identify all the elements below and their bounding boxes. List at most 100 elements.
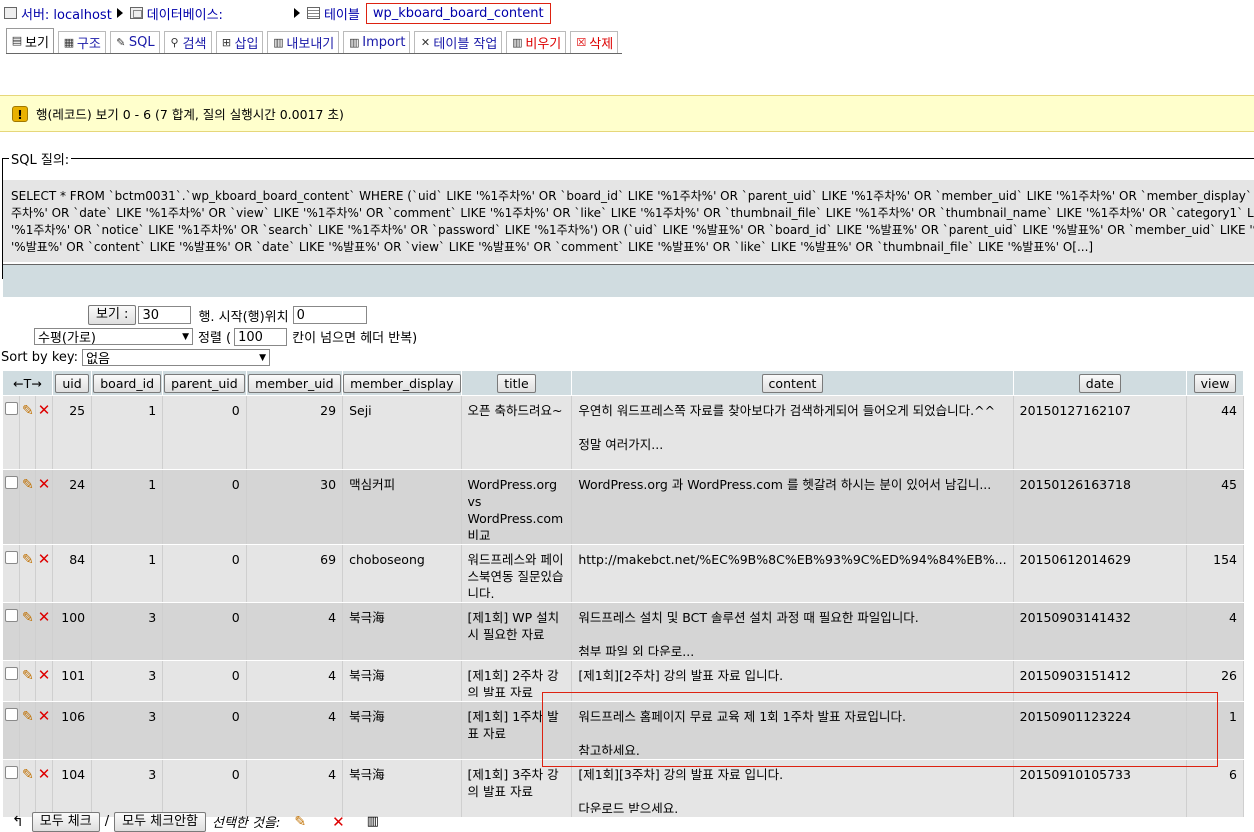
- cell-content: 워드프레스 설치 및 BCT 솔루션 설치 과정 때 필요한 파일입니다. 첨부…: [571, 602, 1014, 661]
- column-header-button[interactable]: member_display: [343, 373, 461, 393]
- start-row-input[interactable]: 0: [292, 306, 367, 324]
- row-checkbox[interactable]: [1, 759, 21, 818]
- tab-operations[interactable]: ✕ 테이블 작업: [414, 31, 503, 53]
- tab-empty[interactable]: ▥ 비우기: [506, 31, 567, 53]
- column-header-button[interactable]: uid: [55, 373, 89, 393]
- cell-member-uid: 4: [245, 660, 344, 702]
- cell-member-uid: 30: [245, 469, 344, 545]
- cell-date: 20150612014629: [1012, 544, 1188, 603]
- show-button[interactable]: 보기 :: [88, 305, 137, 325]
- cell-board-id: 3: [91, 701, 164, 760]
- cell-uid: 101: [51, 660, 93, 702]
- row-checkbox[interactable]: [1, 602, 21, 661]
- cell-uid: 100: [51, 602, 93, 661]
- edit-icon[interactable]: ✎: [19, 395, 37, 470]
- cell-parent-uid: 0: [162, 759, 247, 818]
- cell-member-uid: 69: [245, 544, 344, 603]
- breadcrumb-database-link[interactable]: 데이터베이스:: [147, 4, 223, 23]
- breadcrumb-table-name-link[interactable]: wp_kboard_board_content: [365, 2, 551, 24]
- cell-date: 20150910105733: [1012, 759, 1188, 818]
- row-checkbox[interactable]: [1, 701, 21, 760]
- delete-icon[interactable]: ✕: [35, 759, 53, 818]
- database-icon: [129, 7, 143, 19]
- import-icon: ▥: [349, 35, 360, 49]
- tab-sql[interactable]: ✎ SQL: [109, 31, 160, 53]
- edit-icon[interactable]: ✎: [19, 544, 37, 603]
- cell-parent-uid: 0: [162, 544, 247, 603]
- column-header-button[interactable]: view: [1193, 373, 1237, 393]
- cell-title: [제1회] 1주차 발표 자료: [460, 701, 573, 760]
- delete-icon[interactable]: ✕: [35, 395, 53, 470]
- cell-member-display: 북극海: [342, 602, 462, 661]
- sql-icon: ✎: [116, 35, 126, 49]
- tab-label: 내보내기: [286, 37, 335, 52]
- cell-member-uid: 29: [245, 395, 344, 470]
- column-header-button[interactable]: content: [761, 373, 824, 393]
- delete-icon[interactable]: ✕: [35, 660, 53, 702]
- sort-nav: Sort by key: 없음 ▼: [1, 349, 271, 367]
- check-all-button[interactable]: 모두 체크: [31, 811, 100, 832]
- column-header: board_id: [91, 370, 164, 396]
- cell-uid: 24: [51, 469, 93, 545]
- cell-content: http://makebct.net/%EC%9B%8C%EB%93%9C%ED…: [571, 544, 1014, 603]
- tab-label: SQL: [128, 35, 155, 50]
- sort-key-select[interactable]: 없음 ▼: [82, 349, 271, 367]
- with-selected-label: 선택한 것을:: [212, 816, 281, 831]
- column-header: uid: [51, 370, 93, 396]
- column-header-button[interactable]: board_id: [93, 373, 162, 393]
- rows-nav: 보기 : 30 행. 시작(행)위치 0: [88, 305, 367, 325]
- tab-export[interactable]: ▥ 내보내기: [267, 31, 340, 53]
- sql-query-text: SELECT * FROM `bctm0031`.`wp_kboard_boar…: [3, 180, 1254, 262]
- delete-icon[interactable]: ✕: [35, 544, 53, 603]
- drop-icon: ☒: [576, 35, 587, 49]
- edit-icon[interactable]: ✎: [19, 759, 37, 818]
- row-checkbox[interactable]: [1, 660, 21, 702]
- cell-board-id: 3: [91, 759, 164, 818]
- column-header-button[interactable]: date: [1078, 373, 1121, 393]
- tab-browse[interactable]: ▤ 보기: [6, 28, 54, 53]
- row-checkbox[interactable]: [1, 395, 21, 470]
- empty-icon: ▥: [512, 35, 523, 49]
- row-checkbox[interactable]: [1, 544, 21, 603]
- row-checkbox[interactable]: [1, 469, 21, 545]
- delete-selected-icon[interactable]: ✕: [332, 814, 345, 829]
- sql-line: '%1주차%' OR `notice` LIKE '%1주차%' OR `sea…: [11, 223, 1254, 237]
- table-row: ✎ ✕ 24 1 0 30 맥심커피 WordPress.org vs WordPress.c…: [1, 469, 1254, 545]
- tab-search[interactable]: ⚲ 검색: [163, 31, 212, 53]
- tab-insert[interactable]: ⊞ 삽입: [215, 31, 264, 53]
- edit-icon[interactable]: ✎: [19, 602, 37, 661]
- column-header-button[interactable]: member_uid: [248, 373, 341, 393]
- display-mode-select[interactable]: 수평(가로) ▼: [34, 328, 193, 346]
- cell-member-display: choboseong: [342, 544, 462, 603]
- uncheck-all-button[interactable]: 모두 체크안함: [114, 811, 207, 832]
- column-arrows[interactable]: ←T→: [2, 370, 53, 396]
- sort-key-value: 없음: [86, 352, 110, 367]
- delete-icon[interactable]: ✕: [35, 469, 53, 545]
- start-label: 행. 시작(행)위치: [198, 309, 289, 325]
- cell-uid: 106: [51, 701, 93, 760]
- cell-parent-uid: 0: [162, 469, 247, 545]
- chevron-down-icon: ▼: [182, 331, 189, 342]
- rows-input[interactable]: 30: [138, 306, 192, 324]
- export-selected-icon[interactable]: ▥: [367, 814, 379, 829]
- tab-drop[interactable]: ☒ 삭제: [570, 31, 619, 53]
- footer-separator: /: [104, 814, 110, 829]
- column-header-button[interactable]: title: [497, 373, 536, 393]
- repeat-header-input[interactable]: 100: [234, 327, 288, 346]
- edit-icon[interactable]: ✎: [19, 469, 37, 545]
- edit-selected-icon[interactable]: ✎: [294, 814, 306, 830]
- breadcrumb-server-link[interactable]: 서버: localhost: [21, 4, 112, 23]
- column-header: view: [1186, 370, 1244, 396]
- display-mode-nav: 수평(가로) ▼ 정렬 ( 100 칸이 넘으면 헤더 반복): [34, 327, 417, 346]
- tab-structure[interactable]: ▦ 구조: [57, 31, 106, 53]
- tab-import[interactable]: ▥ Import: [343, 31, 411, 53]
- browse-icon: ▤: [11, 34, 23, 47]
- delete-icon[interactable]: ✕: [35, 701, 53, 760]
- edit-icon[interactable]: ✎: [19, 660, 37, 702]
- edit-icon[interactable]: ✎: [19, 701, 37, 760]
- breadcrumb-table-link[interactable]: 테이블: [324, 4, 360, 23]
- column-header-button[interactable]: parent_uid: [164, 373, 245, 393]
- cell-date: 20150903141432: [1012, 602, 1188, 661]
- delete-icon[interactable]: ✕: [35, 602, 53, 661]
- cell-title: [제1회] WP 설치 시 필요한 자료: [460, 602, 573, 661]
